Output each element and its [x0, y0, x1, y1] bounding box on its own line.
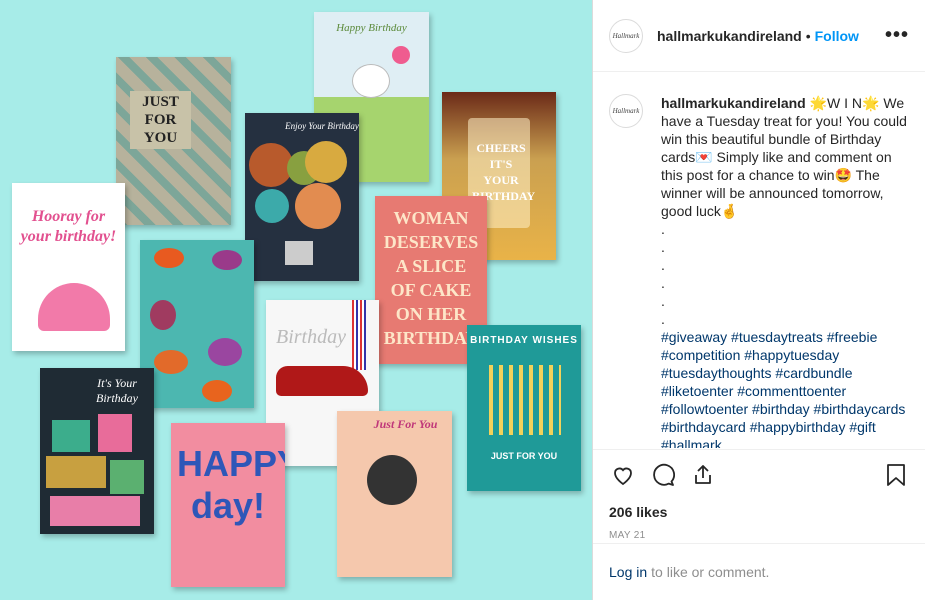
- instagram-post: JUST FOR YOU Happy Birthday Enjoy Your B…: [0, 0, 925, 600]
- card-text: WOMAN DESERVES A SLICE OF CAKE ON HER BI…: [383, 208, 479, 348]
- caption-dot: .: [661, 221, 665, 237]
- more-options-icon[interactable]: •••: [885, 24, 909, 47]
- avatar[interactable]: Hallmark: [609, 94, 643, 128]
- card-text: Enjoy Your Birthday: [285, 121, 359, 131]
- caption-dot: .: [661, 257, 665, 273]
- card-butterflies: [140, 240, 254, 408]
- share-icon[interactable]: [689, 461, 717, 489]
- username-link[interactable]: hallmarkukandireland: [657, 28, 802, 44]
- caption-area[interactable]: Hallmark hallmarkukandireland 🌟W I N🌟 We…: [593, 72, 925, 448]
- flower-icon: [392, 46, 410, 64]
- candles-icon: [489, 365, 561, 435]
- caption-line: 🌟W I N🌟: [809, 95, 880, 111]
- butterfly-icon: [202, 380, 232, 402]
- balloon-icon: [305, 141, 347, 183]
- post-photo[interactable]: JUST FOR YOU Happy Birthday Enjoy Your B…: [0, 0, 592, 600]
- caption-dot: .: [661, 311, 665, 327]
- present-icon: [98, 414, 132, 452]
- card-text: CHEERS IT'S YOUR BIRTHDAY: [472, 141, 536, 203]
- login-prompt: Log in to like or comment.: [593, 543, 925, 600]
- card-birthday-wishes: BIRTHDAY WISHES JUST FOR YOU: [467, 325, 581, 491]
- login-text: to like or comment.: [651, 564, 770, 580]
- card-text: Hooray for your birthday!: [20, 208, 117, 245]
- butterfly-icon: [154, 248, 184, 268]
- card-text: It's Your Birthday: [96, 376, 138, 405]
- present-icon: [50, 496, 140, 526]
- caption-dot: .: [661, 293, 665, 309]
- heart-icon[interactable]: [609, 461, 637, 489]
- caption-dot: .: [661, 239, 665, 255]
- caption-line: We have a Tuesday treat for you! You cou…: [661, 95, 907, 219]
- card-balloons: Enjoy Your Birthday: [245, 113, 359, 281]
- separator: •: [805, 27, 811, 44]
- butterfly-icon: [212, 250, 242, 270]
- caption-dot: .: [661, 275, 665, 291]
- card-text: Happy Birthday: [336, 22, 407, 34]
- butterfly-icon: [208, 338, 242, 366]
- card-text: JUST FOR YOU: [490, 451, 558, 461]
- card-text: Just For You: [373, 417, 438, 431]
- bear-icon: [352, 64, 390, 98]
- login-link[interactable]: Log in: [609, 564, 647, 580]
- balloon-icon: [295, 183, 341, 229]
- card-presents: It's Your Birthday: [40, 368, 154, 534]
- stripes: [352, 300, 366, 370]
- card-text: JUST FOR YOU: [130, 91, 191, 149]
- cupcake-icon: [38, 283, 110, 331]
- car-icon: [276, 366, 368, 396]
- card-text: HAPPY day!: [177, 443, 285, 526]
- post-date: MAY 21: [609, 530, 646, 541]
- card-text: BIRTHDAY WISHES: [470, 335, 578, 346]
- action-bar: 206 likes MAY 21: [593, 449, 925, 541]
- cat-icon: [367, 455, 417, 505]
- card-cat: Just For You: [337, 411, 452, 577]
- present-icon: [110, 460, 144, 494]
- card-just-for-you: JUST FOR YOU: [116, 57, 231, 225]
- caption-username[interactable]: hallmarkukandireland: [661, 95, 806, 111]
- present-icon: [46, 456, 106, 488]
- card-happy-day: HAPPY day!: [171, 423, 285, 587]
- likes-count[interactable]: 206 likes: [609, 504, 910, 520]
- comment-icon[interactable]: [649, 461, 677, 489]
- card-hooray: Hooray for your birthday!: [12, 183, 125, 351]
- post-side-panel: Hallmark hallmarkukandireland • Follow •…: [592, 0, 925, 600]
- avatar[interactable]: Hallmark: [609, 18, 643, 53]
- butterfly-icon: [150, 300, 176, 330]
- hashtags[interactable]: #giveaway #tuesdaytreats #freebie #compe…: [661, 328, 910, 448]
- butterfly-icon: [154, 350, 188, 374]
- gift-icon: [285, 241, 313, 265]
- present-icon: [52, 420, 90, 452]
- follow-button[interactable]: Follow: [815, 28, 859, 44]
- caption-text: hallmarkukandireland 🌟W I N🌟 We have a T…: [661, 94, 910, 448]
- post-header: Hallmark hallmarkukandireland • Follow •…: [593, 0, 925, 72]
- balloon-icon: [255, 189, 289, 223]
- bookmark-icon[interactable]: [882, 461, 910, 489]
